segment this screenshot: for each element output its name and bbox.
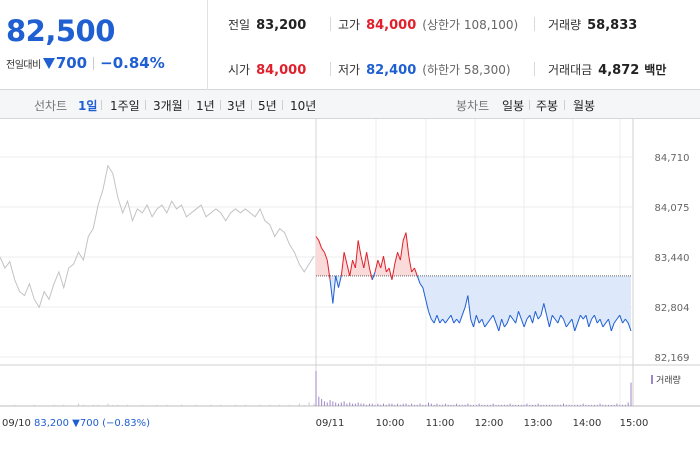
x-tick-label: 14:00 bbox=[573, 418, 602, 429]
volume-bars bbox=[14, 371, 632, 406]
divider bbox=[534, 17, 535, 31]
chart-grid bbox=[0, 119, 700, 407]
volume-stat: 거래량 58,833 bbox=[548, 16, 637, 33]
divider bbox=[188, 100, 189, 110]
candle-chart-label: 봉차트 bbox=[456, 99, 490, 113]
low-value: 82,400 bbox=[366, 63, 417, 78]
divider bbox=[93, 56, 95, 70]
chart-period-bar: 선차트 1일 1주일 3개월 1년 3년 5년 10년 봉차트 일봉 주봉 월봉 bbox=[0, 90, 700, 119]
previous-day-label: 09/10 bbox=[2, 418, 31, 429]
volume-legend-label: 거래량 bbox=[656, 374, 681, 386]
below-base-fill bbox=[316, 275, 631, 331]
divider bbox=[564, 100, 565, 110]
stock-summary: 82,500 전일대비 700 −0.84% 전일 83,200 고가 84,0… bbox=[0, 0, 700, 90]
y-tick-label: 83,440 bbox=[655, 253, 690, 264]
volume-legend-swatch bbox=[651, 375, 653, 384]
low-label: 저가 bbox=[338, 63, 361, 77]
divider bbox=[330, 17, 331, 31]
period-1d-button[interactable]: 1일 bbox=[78, 97, 97, 114]
divider bbox=[220, 100, 221, 110]
period-1y-button[interactable]: 1년 bbox=[196, 97, 215, 114]
prev-close-value: 83,200 bbox=[256, 18, 307, 33]
x-tick-label: 11:00 bbox=[426, 418, 455, 429]
high-label: 고가 bbox=[338, 18, 361, 32]
previous-close-text: 83,200 ▼700 (−0.83%) bbox=[34, 418, 150, 429]
change-value: 700 bbox=[55, 54, 88, 72]
period-3m-button[interactable]: 3개월 bbox=[153, 97, 183, 114]
previous-day-price-line bbox=[0, 164, 315, 309]
line-chart-label: 선차트 bbox=[34, 99, 68, 113]
weekly-candle-button[interactable]: 주봉 bbox=[536, 97, 558, 114]
down-triangle-icon bbox=[42, 57, 55, 69]
divider bbox=[330, 62, 331, 76]
y-tick-label: 82,169 bbox=[655, 353, 690, 364]
low-stat: 저가 82,400 (하한가 58,300) bbox=[338, 61, 511, 78]
x-tick-label: 10:00 bbox=[376, 418, 405, 429]
trading-amount-value: 4,872 bbox=[598, 63, 640, 78]
open-label: 시가 bbox=[228, 63, 251, 77]
open-stat: 시가 84,000 bbox=[228, 61, 306, 78]
divider bbox=[529, 100, 530, 110]
trading-amount-stat: 거래대금 4,872 백만 bbox=[548, 61, 666, 78]
daily-candle-button[interactable]: 일봉 bbox=[502, 97, 524, 114]
x-tick-label: 12:00 bbox=[475, 418, 504, 429]
divider bbox=[101, 100, 102, 110]
open-value: 84,000 bbox=[256, 63, 307, 78]
x-tick-label: 13:00 bbox=[524, 418, 553, 429]
high-value: 84,000 bbox=[366, 18, 417, 33]
change-row: 전일대비 700 −0.84% bbox=[6, 54, 165, 72]
period-1w-button[interactable]: 1주일 bbox=[110, 97, 140, 114]
change-label: 전일대비 bbox=[6, 59, 41, 71]
volume-label: 거래량 bbox=[548, 18, 582, 32]
volume-value: 58,833 bbox=[587, 18, 638, 33]
monthly-candle-button[interactable]: 월봉 bbox=[573, 97, 595, 114]
y-tick-label: 82,804 bbox=[655, 303, 690, 314]
divider bbox=[534, 62, 535, 76]
divider bbox=[251, 100, 252, 110]
divider bbox=[145, 100, 146, 110]
lower-limit-text: (하한가 58,300) bbox=[422, 63, 511, 77]
x-tick-label: 09/11 bbox=[316, 418, 345, 429]
current-price: 82,500 bbox=[6, 14, 115, 48]
divider bbox=[282, 100, 283, 110]
trading-amount-label: 거래대금 bbox=[548, 63, 593, 77]
price-box: 82,500 전일대비 700 −0.84% bbox=[0, 0, 208, 90]
prev-close-stat: 전일 83,200 bbox=[228, 16, 306, 33]
period-10y-button[interactable]: 10년 bbox=[290, 97, 316, 114]
high-stat: 고가 84,000 (상한가 108,100) bbox=[338, 16, 518, 33]
period-3y-button[interactable]: 3년 bbox=[227, 97, 246, 114]
y-tick-label: 84,710 bbox=[655, 153, 690, 164]
chart-areas bbox=[316, 232, 631, 331]
period-5y-button[interactable]: 5년 bbox=[258, 97, 277, 114]
prev-close-label: 전일 bbox=[228, 18, 251, 32]
trading-amount-unit: 백만 bbox=[644, 63, 667, 77]
price-chart-svg: 84,710 84,075 83,440 82,804 82,169 09/11 10:00… bbox=[0, 119, 700, 429]
y-tick-label: 84,075 bbox=[655, 203, 690, 214]
above-base-fill bbox=[316, 232, 631, 276]
price-chart[interactable]: 84,710 84,075 83,440 82,804 82,169 09/11 10:00… bbox=[0, 119, 700, 450]
x-tick-label: 15:00 bbox=[620, 418, 649, 429]
upper-limit-text: (상한가 108,100) bbox=[422, 18, 519, 32]
change-rate: −0.84% bbox=[100, 54, 165, 72]
